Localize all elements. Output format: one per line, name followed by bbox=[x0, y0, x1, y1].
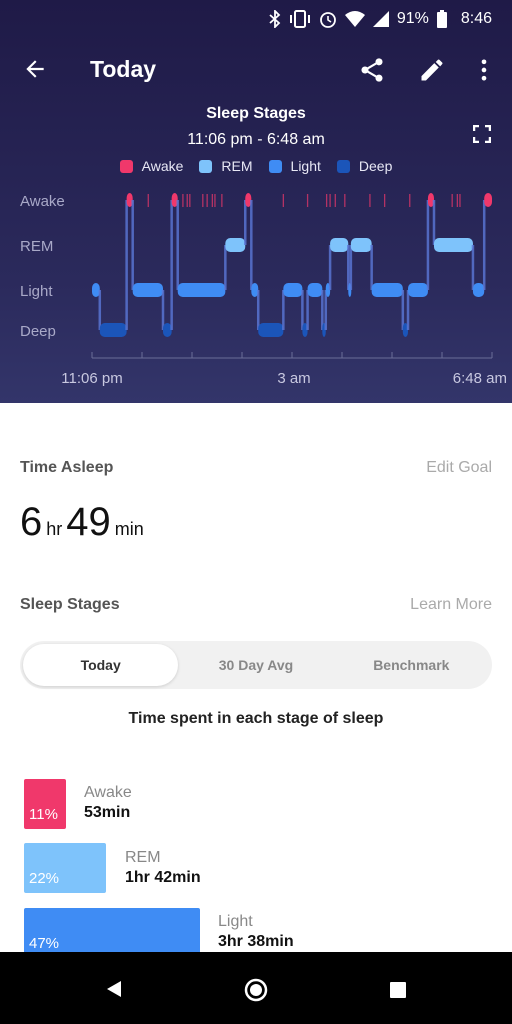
chart-title: Sleep Stages bbox=[206, 105, 306, 122]
chart-header: 91% 8:46 Today Sleep Stages 11:06 pm - 6… bbox=[0, 0, 512, 403]
vibrate-icon bbox=[289, 10, 310, 28]
nav-back-icon[interactable] bbox=[106, 980, 122, 998]
stages-caption: Time spent in each stage of sleep bbox=[128, 710, 384, 727]
chart-legend: Awake REM Light Deep bbox=[0, 158, 512, 174]
system-nav-bar bbox=[0, 952, 512, 1024]
stage-segment-light bbox=[472, 283, 485, 297]
minutes-unit: min bbox=[114, 519, 144, 539]
x-tick-label: 3 am bbox=[277, 370, 310, 387]
legend-awake: Awake bbox=[119, 158, 183, 174]
stage-segment-light bbox=[307, 283, 323, 297]
stage-name: Awake bbox=[84, 784, 132, 801]
more-icon[interactable] bbox=[470, 56, 498, 84]
x-tick-label: 6:48 am bbox=[453, 370, 507, 387]
stage-segment-light bbox=[371, 283, 403, 297]
stage-segment-rem bbox=[350, 238, 372, 252]
nav-recents-icon[interactable] bbox=[390, 982, 406, 998]
back-arrow-icon[interactable] bbox=[22, 56, 48, 82]
tab-30-day-avg[interactable]: 30 Day Avg bbox=[178, 644, 333, 686]
stage-bar-light: 47% bbox=[24, 908, 200, 958]
y-label-light: Light bbox=[20, 283, 53, 300]
time-asleep-header: Time Asleep Edit Goal bbox=[20, 459, 492, 477]
stage-percent: 47% bbox=[29, 935, 60, 952]
bluetooth-icon bbox=[269, 10, 281, 28]
hours-value: 6 bbox=[20, 500, 43, 544]
sleep-stages-label: Sleep Stages bbox=[20, 596, 120, 613]
y-label-deep: Deep bbox=[20, 323, 56, 340]
battery-icon bbox=[436, 10, 447, 28]
stage-segment-light bbox=[132, 283, 163, 297]
sleep-stages-chart[interactable]: Awake REM Light Deep 11:06 pm 3 am 6:48 am bbox=[0, 180, 512, 395]
legend-deep: Deep bbox=[336, 158, 392, 174]
stage-segment-light bbox=[177, 283, 226, 297]
tab-benchmark[interactable]: Benchmark bbox=[334, 644, 489, 686]
stage-segment-light bbox=[283, 283, 303, 297]
alarm-icon bbox=[319, 12, 336, 28]
edit-goal-link[interactable]: Edit Goal bbox=[426, 459, 492, 477]
hours-unit: hr bbox=[46, 519, 63, 539]
stage-segment-deep bbox=[99, 323, 127, 337]
app-bar: Today bbox=[0, 48, 512, 92]
stage-duration: 1hr 42min bbox=[125, 869, 201, 886]
stage-segment-light bbox=[408, 283, 428, 297]
sleep-stages-header: Sleep Stages Learn More bbox=[20, 596, 492, 614]
wifi-icon bbox=[344, 11, 365, 27]
share-icon[interactable] bbox=[358, 56, 386, 84]
stage-duration: 3hr 38min bbox=[218, 933, 294, 950]
nav-home-icon[interactable] bbox=[244, 978, 268, 1002]
stage-bar-awake: 11% bbox=[24, 779, 66, 829]
x-tick-label: 11:06 pm bbox=[61, 370, 122, 387]
tab-today[interactable]: Today bbox=[23, 644, 179, 686]
battery-percent: 91% bbox=[396, 10, 429, 27]
stage-name: Light bbox=[218, 913, 253, 930]
stage-label-rem: REM 1hr 42min bbox=[125, 849, 201, 887]
stage-segment-awake bbox=[484, 193, 492, 207]
signal-icon bbox=[372, 11, 389, 27]
legend-light: Light bbox=[268, 158, 321, 174]
stage-segment-deep bbox=[258, 323, 284, 337]
time-asleep-label: Time Asleep bbox=[20, 459, 114, 476]
y-label-awake: Awake bbox=[20, 193, 65, 210]
stage-label-awake: Awake 53min bbox=[84, 784, 132, 822]
chart-time-range: 11:06 pm - 6:48 am bbox=[187, 131, 325, 148]
legend-rem: REM bbox=[199, 158, 253, 174]
minutes-value: 49 bbox=[66, 500, 111, 544]
stage-bar-rem: 22% bbox=[24, 843, 106, 893]
status-bar: 91% 8:46 bbox=[269, 8, 492, 30]
time-asleep-value: 6 hr 49 min bbox=[20, 500, 148, 545]
y-label-rem: REM bbox=[20, 238, 53, 255]
stage-percent: 22% bbox=[29, 870, 60, 887]
stage-segment-rem bbox=[433, 238, 473, 252]
clock: 8:46 bbox=[460, 10, 492, 27]
stage-percent: 11% bbox=[29, 806, 58, 823]
edit-icon[interactable] bbox=[418, 56, 446, 84]
stage-segment-deep bbox=[162, 323, 172, 337]
stage-label-light: Light 3hr 38min bbox=[218, 913, 294, 951]
page-title: Today bbox=[90, 56, 157, 82]
stage-duration: 53min bbox=[84, 804, 131, 821]
stage-name: REM bbox=[125, 849, 161, 866]
learn-more-link[interactable]: Learn More bbox=[410, 596, 492, 614]
period-tabs: Today 30 Day Avg Benchmark bbox=[20, 641, 492, 689]
stage-segment-rem bbox=[330, 238, 349, 252]
fullscreen-icon[interactable] bbox=[473, 125, 491, 143]
stage-segment-rem bbox=[225, 238, 246, 252]
